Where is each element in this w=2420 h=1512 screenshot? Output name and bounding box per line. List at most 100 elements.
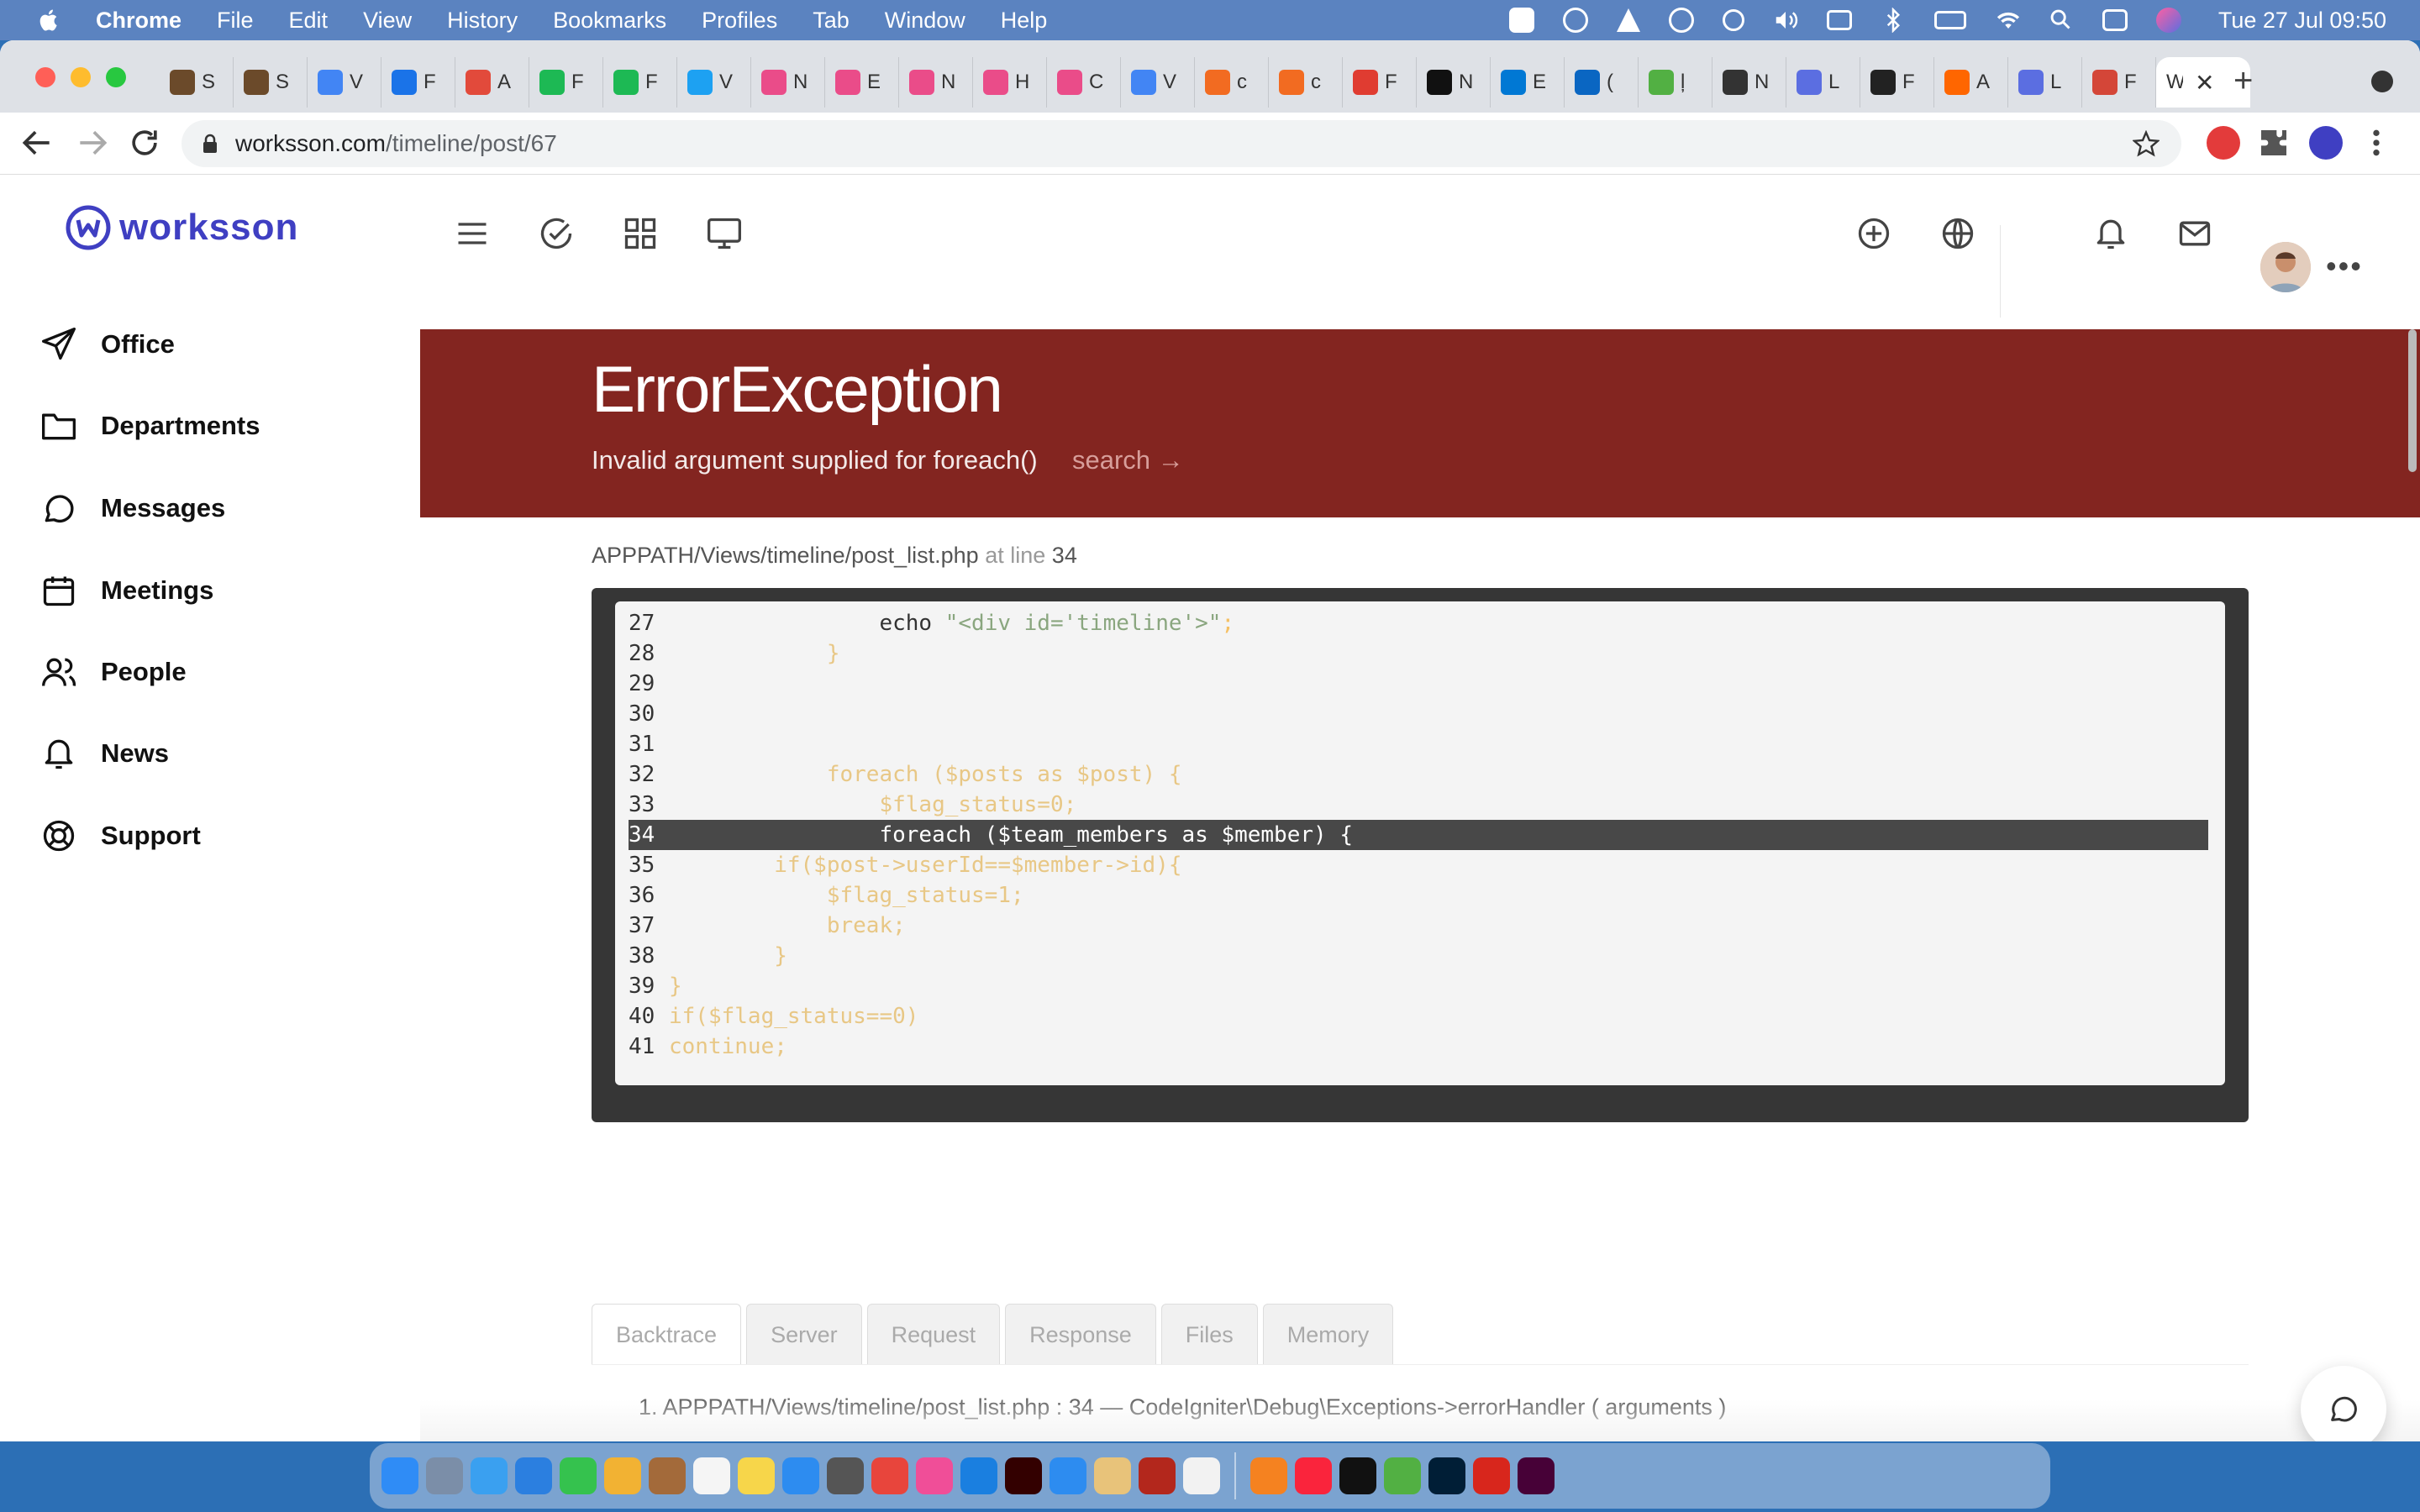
- browser-tab[interactable]: A: [455, 57, 529, 108]
- monitor-icon[interactable]: [706, 215, 743, 252]
- menu-view[interactable]: View: [363, 8, 412, 34]
- tab-memory[interactable]: Memory: [1262, 1304, 1394, 1364]
- dock-app-icon[interactable]: [1005, 1457, 1042, 1494]
- dock-app-icon[interactable]: [1250, 1457, 1287, 1494]
- dock-app-icon[interactable]: [604, 1457, 641, 1494]
- chrome-menu-icon[interactable]: [2368, 126, 2385, 160]
- spotlight-search-icon[interactable]: [2049, 8, 2074, 33]
- dock-app-icon[interactable]: [515, 1457, 552, 1494]
- dock-app-icon[interactable]: [1295, 1457, 1332, 1494]
- browser-tab[interactable]: F: [2082, 57, 2156, 108]
- minimize-window-button[interactable]: [71, 67, 91, 87]
- dock-app-icon[interactable]: [1384, 1457, 1421, 1494]
- input-method-icon[interactable]: [1826, 10, 1852, 30]
- sidebar-item-support[interactable]: Support: [40, 817, 201, 854]
- menu-app-chrome[interactable]: Chrome: [96, 8, 182, 34]
- dock-app-icon[interactable]: [471, 1457, 508, 1494]
- browser-tab[interactable]: N: [1712, 57, 1786, 108]
- bluetooth-icon[interactable]: [1881, 7, 1906, 34]
- browser-tab[interactable]: E: [1491, 57, 1565, 108]
- forward-arrow-icon[interactable]: [74, 124, 111, 161]
- sidebar-item-messages[interactable]: Messages: [40, 490, 225, 527]
- mail-icon[interactable]: [2176, 215, 2213, 252]
- browser-tab[interactable]: F: [529, 57, 603, 108]
- back-arrow-icon[interactable]: [18, 124, 55, 161]
- play-circle-icon[interactable]: [1722, 9, 1744, 31]
- close-tab-icon[interactable]: ✕: [2195, 69, 2214, 97]
- browser-tab[interactable]: V: [1121, 57, 1195, 108]
- url-text[interactable]: worksson.com/timeline/post/67: [235, 130, 557, 157]
- wordpress-icon[interactable]: [1562, 8, 1588, 33]
- dock-app-icon[interactable]: [1094, 1457, 1131, 1494]
- sidebar-item-departments[interactable]: Departments: [40, 407, 260, 444]
- browser-tab[interactable]: L: [1786, 57, 1860, 108]
- menu-help[interactable]: Help: [1001, 8, 1048, 34]
- tab-request[interactable]: Request: [866, 1304, 1001, 1364]
- browser-tab[interactable]: ļ: [1639, 57, 1712, 108]
- dock-app-icon[interactable]: [738, 1457, 775, 1494]
- menu-profiles[interactable]: Profiles: [702, 8, 777, 34]
- dock-app-icon[interactable]: [782, 1457, 819, 1494]
- battery-icon[interactable]: [1933, 11, 1966, 29]
- tab-search-button[interactable]: [2371, 71, 2393, 92]
- sidebar-item-meetings[interactable]: Meetings: [40, 572, 213, 609]
- extensions-puzzle-icon[interactable]: [2257, 126, 2291, 160]
- browser-tab[interactable]: (: [1565, 57, 1639, 108]
- globe-icon[interactable]: [1939, 215, 1976, 252]
- browser-tab[interactable]: N: [751, 57, 825, 108]
- search-error-link[interactable]: search →: [1072, 445, 1184, 475]
- menu-window[interactable]: Window: [885, 8, 965, 34]
- dock-app-icon[interactable]: [1139, 1457, 1176, 1494]
- menu-tab[interactable]: Tab: [813, 8, 850, 34]
- sidebar-item-office[interactable]: Office: [40, 326, 175, 363]
- dock-app-icon[interactable]: [1518, 1457, 1555, 1494]
- reload-icon[interactable]: [126, 124, 163, 161]
- browser-tab[interactable]: E: [825, 57, 899, 108]
- browser-tab[interactable]: S: [234, 57, 308, 108]
- menu-bookmarks[interactable]: Bookmarks: [553, 8, 666, 34]
- worksson-logo[interactable]: worksson: [66, 205, 298, 250]
- close-window-button[interactable]: [35, 67, 55, 87]
- hamburger-menu-icon[interactable]: [454, 215, 491, 252]
- dock-app-icon[interactable]: [960, 1457, 997, 1494]
- sidebar-item-news[interactable]: News: [40, 735, 169, 772]
- browser-tab[interactable]: F: [381, 57, 455, 108]
- dock-app-icon[interactable]: [1473, 1457, 1510, 1494]
- browser-tab[interactable]: c: [1269, 57, 1343, 108]
- browser-tab[interactable]: H: [973, 57, 1047, 108]
- wifi-icon[interactable]: [1995, 8, 2020, 33]
- more-options-icon[interactable]: •••: [2326, 249, 2363, 284]
- browser-tab[interactable]: V: [308, 57, 381, 108]
- vlc-cone-icon[interactable]: [1616, 8, 1640, 32]
- browser-tab[interactable]: F: [1860, 57, 1934, 108]
- browser-tab[interactable]: F: [1343, 57, 1417, 108]
- dock-app-icon[interactable]: [1050, 1457, 1086, 1494]
- control-center-icon[interactable]: [2102, 9, 2128, 31]
- dock-app-icon[interactable]: [916, 1457, 953, 1494]
- dock-app-icon[interactable]: [1183, 1457, 1220, 1494]
- dock-app-icon[interactable]: [560, 1457, 597, 1494]
- lock-icon[interactable]: [202, 134, 218, 154]
- user-avatar[interactable]: [2260, 242, 2311, 292]
- checkmark-app-icon[interactable]: [1508, 8, 1534, 33]
- apps-grid-icon[interactable]: [622, 215, 659, 252]
- page-scrollbar[interactable]: [2408, 329, 2417, 472]
- zoom-window-button[interactable]: [106, 67, 126, 87]
- browser-tab[interactable]: C: [1047, 57, 1121, 108]
- browser-tab[interactable]: L: [2008, 57, 2082, 108]
- tab-backtrace[interactable]: Backtrace: [592, 1304, 742, 1364]
- browser-tab[interactable]: N: [1417, 57, 1491, 108]
- browser-tab[interactable]: V: [677, 57, 751, 108]
- dock-app-icon[interactable]: [381, 1457, 418, 1494]
- dock-app-icon[interactable]: [1428, 1457, 1465, 1494]
- siri-icon[interactable]: [2155, 8, 2181, 33]
- check-circle-icon[interactable]: [538, 215, 575, 252]
- apple-logo-icon[interactable]: [37, 8, 62, 33]
- volume-icon[interactable]: [1773, 8, 1798, 33]
- browser-tab[interactable]: A: [1934, 57, 2008, 108]
- dock-app-icon[interactable]: [1339, 1457, 1376, 1494]
- browser-tab[interactable]: c: [1195, 57, 1269, 108]
- tab-files[interactable]: Files: [1160, 1304, 1258, 1364]
- notification-bell-icon[interactable]: [2092, 215, 2129, 252]
- tab-response[interactable]: Response: [1005, 1304, 1156, 1364]
